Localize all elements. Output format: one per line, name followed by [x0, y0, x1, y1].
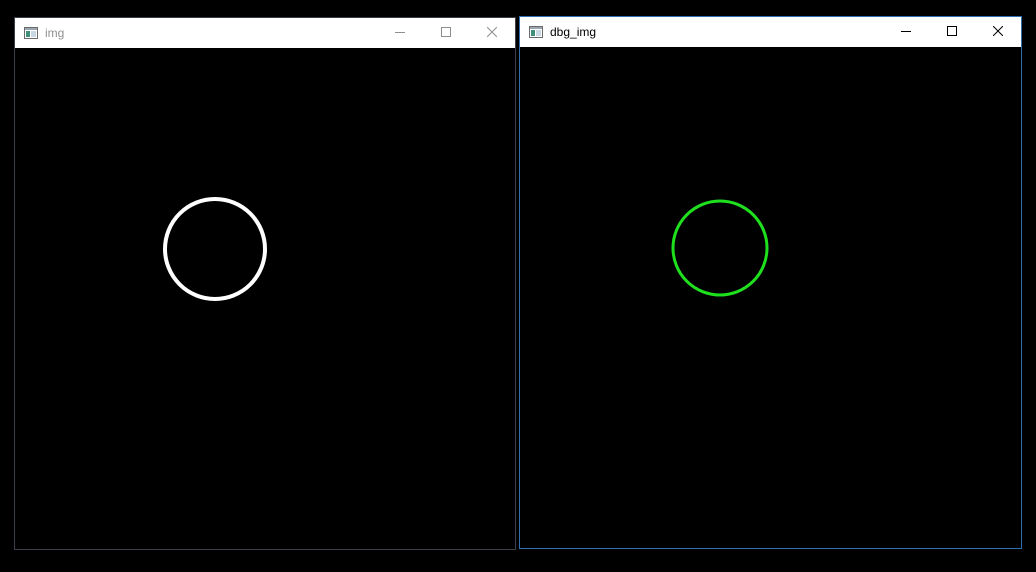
- minimize-icon: [395, 24, 405, 42]
- maximize-icon: [441, 24, 451, 42]
- maximize-icon: [947, 23, 957, 41]
- close-icon: [992, 23, 1004, 41]
- minimize-button[interactable]: [883, 17, 929, 47]
- dbg-img-window[interactable]: dbg_img: [519, 16, 1022, 549]
- maximize-button[interactable]: [423, 18, 469, 48]
- minimize-icon: [901, 23, 911, 41]
- img-titlebar[interactable]: img: [15, 18, 515, 48]
- image-canvas[interactable]: [15, 48, 515, 549]
- img-window[interactable]: img: [14, 17, 516, 550]
- opencv-window-icon: [23, 25, 39, 41]
- close-icon: [486, 24, 498, 42]
- drawn-circle: [163, 197, 267, 301]
- detected-circle: [671, 199, 769, 297]
- close-button[interactable]: [975, 17, 1021, 47]
- window-title: dbg_img: [550, 25, 597, 39]
- close-button[interactable]: [469, 18, 515, 48]
- window-title: img: [45, 26, 65, 40]
- image-canvas[interactable]: [520, 47, 1021, 548]
- minimize-button[interactable]: [377, 18, 423, 48]
- dbg-img-titlebar[interactable]: dbg_img: [520, 17, 1021, 47]
- opencv-window-icon: [528, 24, 544, 40]
- maximize-button[interactable]: [929, 17, 975, 47]
